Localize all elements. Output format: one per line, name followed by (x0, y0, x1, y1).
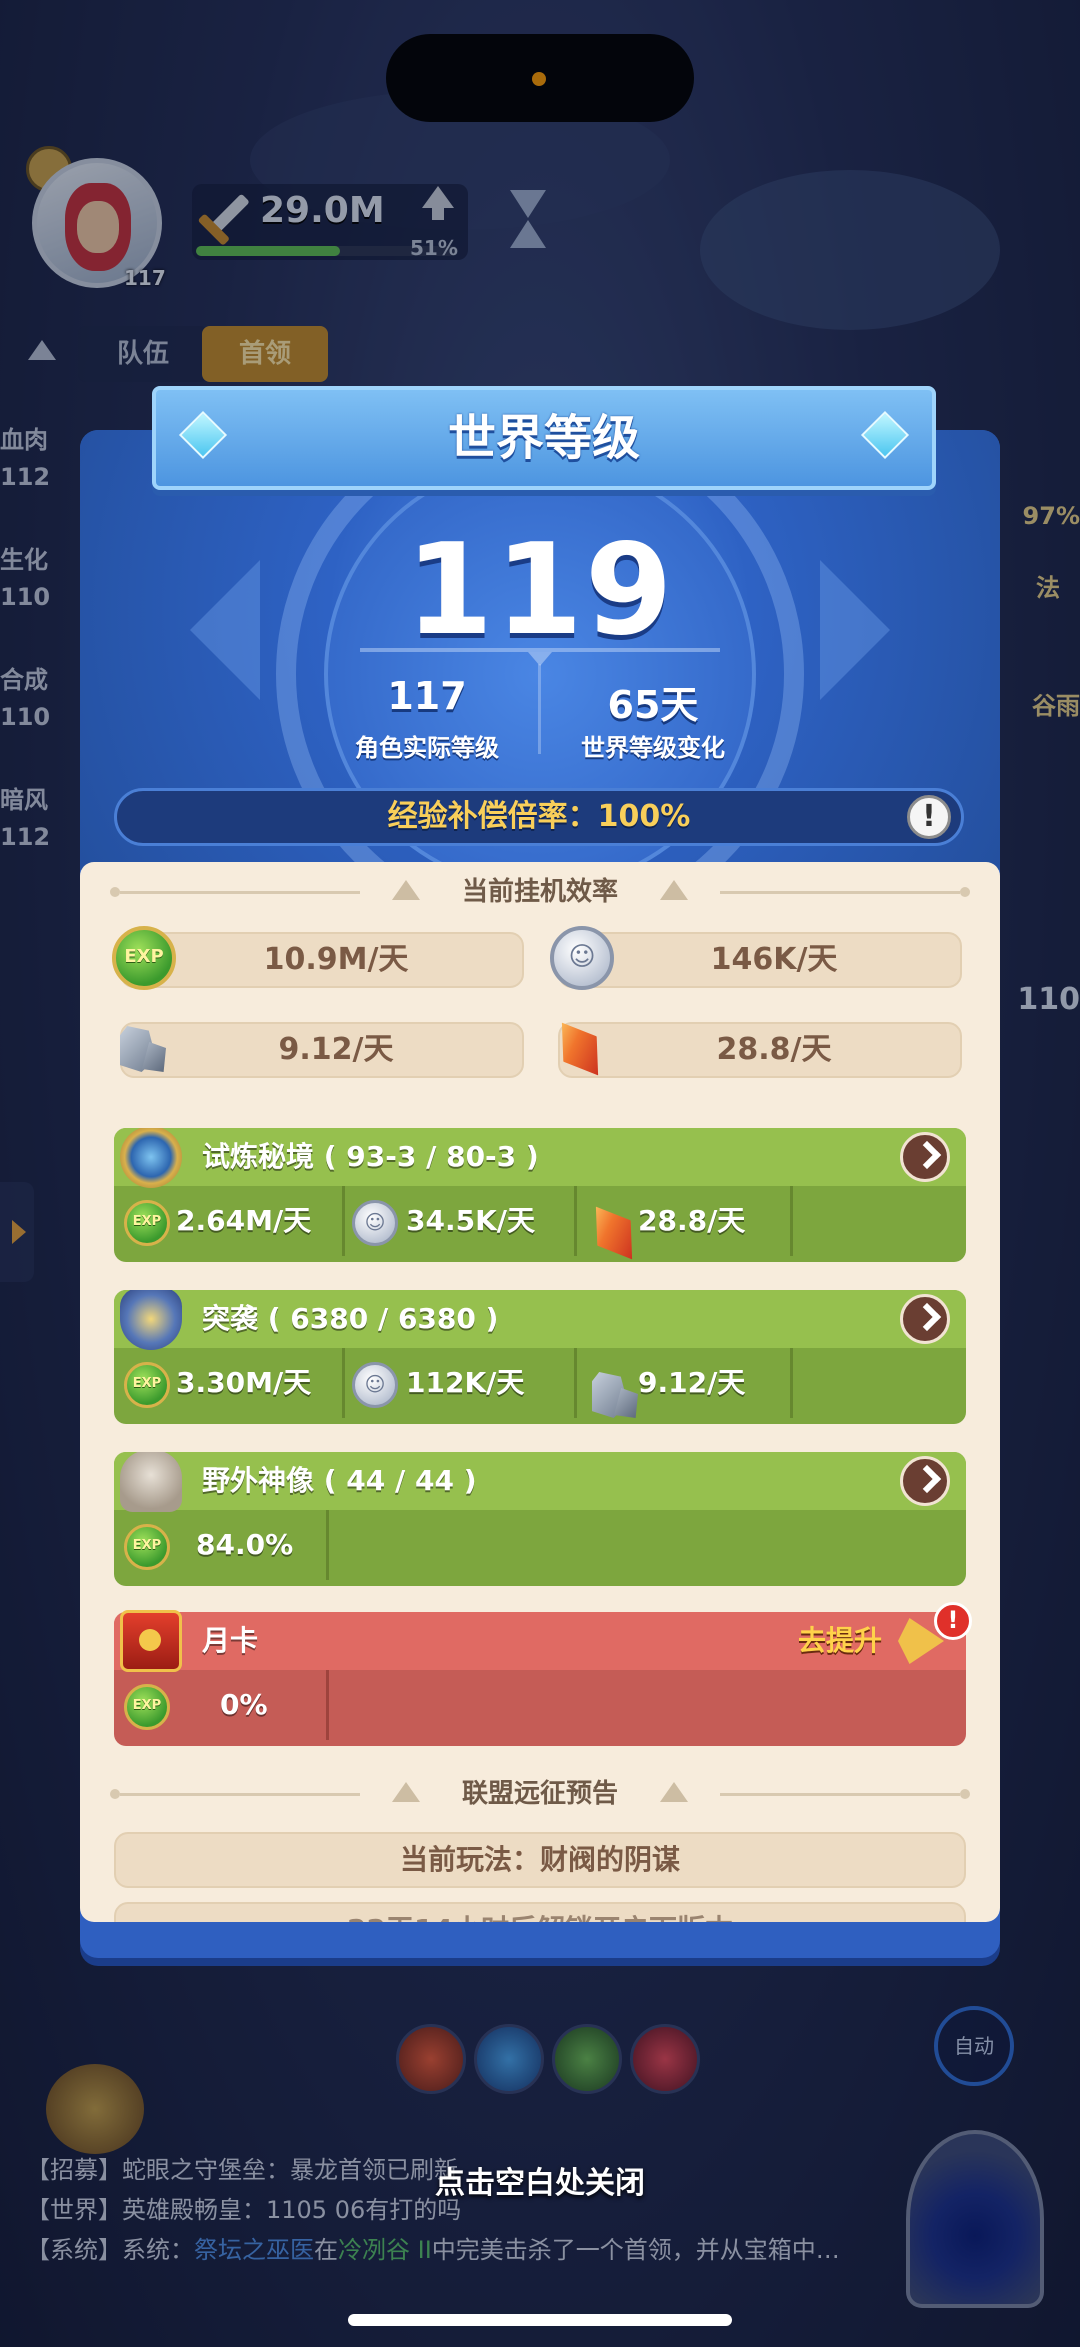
mode-title: 野外神像 ( 44 / 44 ) (202, 1464, 477, 1497)
current-play-pill: 当前玩法：财阀的阴谋 (114, 1832, 966, 1888)
world-change-days: 65天 (607, 683, 699, 727)
exp-icon: EXP (124, 1362, 170, 1408)
mode-title: 月卡 (202, 1624, 259, 1657)
coin-icon: ☺ (352, 1200, 398, 1246)
mode-rates: EXP 0% (114, 1670, 966, 1740)
mode-card-statue[interactable]: 野外神像 ( 44 / 44 ) EXP 84.0% (114, 1452, 966, 1586)
mode-title: 试炼秘境 ( 93-3 / 80-3 ) (202, 1140, 539, 1173)
mode-rate-value: 2.64M/天 (176, 1204, 312, 1237)
coin-icon: ☺ (352, 1362, 398, 1408)
exp-bonus-text: 经验补偿倍率：100% (387, 799, 691, 834)
char-level-value: 117 (387, 674, 467, 718)
exp-icon: EXP (124, 1200, 170, 1246)
mode-header: 月卡 去提升 ! (114, 1602, 972, 1672)
rate-value: 146K/天 (710, 942, 838, 977)
mode-rate-cell: EXP 84.0% (114, 1510, 329, 1580)
next-version-pill: 22天14小时后解锁开启下版本 (114, 1902, 966, 1922)
monthly-card-icon (120, 1610, 182, 1672)
efficiency-panel[interactable]: 当前挂机效率 EXP 10.9M/天 ☺ 146K/天 9.12/天 28.8/… (80, 862, 1000, 1922)
mode-rate-value: 9.12/天 (638, 1366, 746, 1399)
mode-rate-cell: EXP 3.30M/天 (114, 1348, 345, 1418)
mode-rate-cell: EXP 0% (114, 1670, 329, 1740)
world-change-label: 世界等级变化 (581, 734, 725, 762)
mode-header: 试炼秘境 ( 93-3 / 80-3 ) (114, 1128, 966, 1188)
mode-rate-value: 0% (220, 1688, 268, 1721)
mode-rates: EXP 3.30M/天 ☺ 112K/天 9.12/天 (114, 1348, 966, 1418)
section-header-alliance: 联盟远征预告 (80, 1774, 1000, 1814)
modal-title: 世界等级 (447, 410, 640, 466)
info-exclamation-icon[interactable]: ! (907, 795, 951, 839)
exp-icon: EXP (124, 1524, 170, 1570)
mode-rates: EXP 84.0% (114, 1510, 966, 1580)
world-level-modal: 119 117 角色实际等级 65天 世界等级变化 经验补偿倍率：100% ! … (80, 386, 1000, 1958)
go-arrow-button[interactable] (900, 1456, 950, 1506)
mode-rate-value: 28.8/天 (638, 1204, 746, 1237)
section-title: 联盟远征预告 (461, 1779, 618, 1809)
upgrade-label[interactable]: 去提升 (798, 1612, 882, 1670)
alert-badge: ! (934, 1602, 972, 1640)
rate-stone: 9.12/天 (120, 1022, 524, 1078)
section-header-idle: 当前挂机效率 (80, 872, 1000, 912)
mode-card-monthly[interactable]: 月卡 去提升 ! EXP 0% (114, 1602, 972, 1746)
world-level-value: 119 (405, 516, 675, 663)
stone-icon (584, 1362, 630, 1408)
rate-value: 10.9M/天 (263, 942, 409, 977)
rate-crystal: 28.8/天 (558, 1022, 962, 1078)
mode-rate-value: 112K/天 (406, 1366, 525, 1399)
go-arrow-button[interactable] (900, 1132, 950, 1182)
exp-bonus-bar: 经验补偿倍率：100% ! (114, 788, 964, 846)
mode-rate-value: 34.5K/天 (406, 1204, 536, 1237)
mode-rates: EXP 2.64M/天 ☺ 34.5K/天 28.8/天 (114, 1186, 966, 1256)
mode-header: 突袭 ( 6380 / 6380 ) (114, 1290, 966, 1350)
close-hint[interactable]: 点击空白处关闭 (0, 2158, 1080, 2202)
modal-header-area: 119 117 角色实际等级 65天 世界等级变化 经验补偿倍率：100% ! (80, 430, 1000, 870)
home-indicator[interactable] (348, 2314, 732, 2326)
mode-card-trial[interactable]: 试炼秘境 ( 93-3 / 80-3 ) EXP 2.64M/天 ☺ 34.5K… (114, 1128, 966, 1262)
rate-exp: EXP 10.9M/天 (112, 926, 524, 990)
mode-rate-cell: 9.12/天 (574, 1348, 793, 1418)
raid-icon (120, 1290, 182, 1350)
char-level-label: 角色实际等级 (355, 734, 499, 762)
mode-rate-value: 84.0% (196, 1528, 294, 1561)
rate-coin: ☺ 146K/天 (550, 926, 962, 990)
exp-icon: EXP (124, 1684, 170, 1730)
mode-rate-cell: 28.8/天 (574, 1186, 793, 1256)
mode-rate-cell: ☺ 34.5K/天 (342, 1186, 577, 1256)
mode-title: 突袭 ( 6380 / 6380 ) (202, 1302, 499, 1335)
title-banner: 世界等级 (152, 386, 936, 490)
go-arrow-button[interactable] (900, 1294, 950, 1344)
crystal-icon (584, 1200, 630, 1246)
mode-rate-cell: ☺ 112K/天 (342, 1348, 577, 1418)
statue-icon (120, 1452, 182, 1512)
mode-rate-cell: EXP 2.64M/天 (114, 1186, 345, 1256)
rate-value: 9.12/天 (278, 1032, 394, 1067)
mode-rate-value: 3.30M/天 (176, 1366, 312, 1399)
rate-value: 28.8/天 (716, 1032, 832, 1067)
mode-header: 野外神像 ( 44 / 44 ) (114, 1452, 966, 1512)
mode-card-raid[interactable]: 突袭 ( 6380 / 6380 ) EXP 3.30M/天 ☺ 112K/天 … (114, 1290, 966, 1424)
section-title: 当前挂机效率 (461, 877, 618, 907)
trial-realm-icon (120, 1128, 182, 1188)
